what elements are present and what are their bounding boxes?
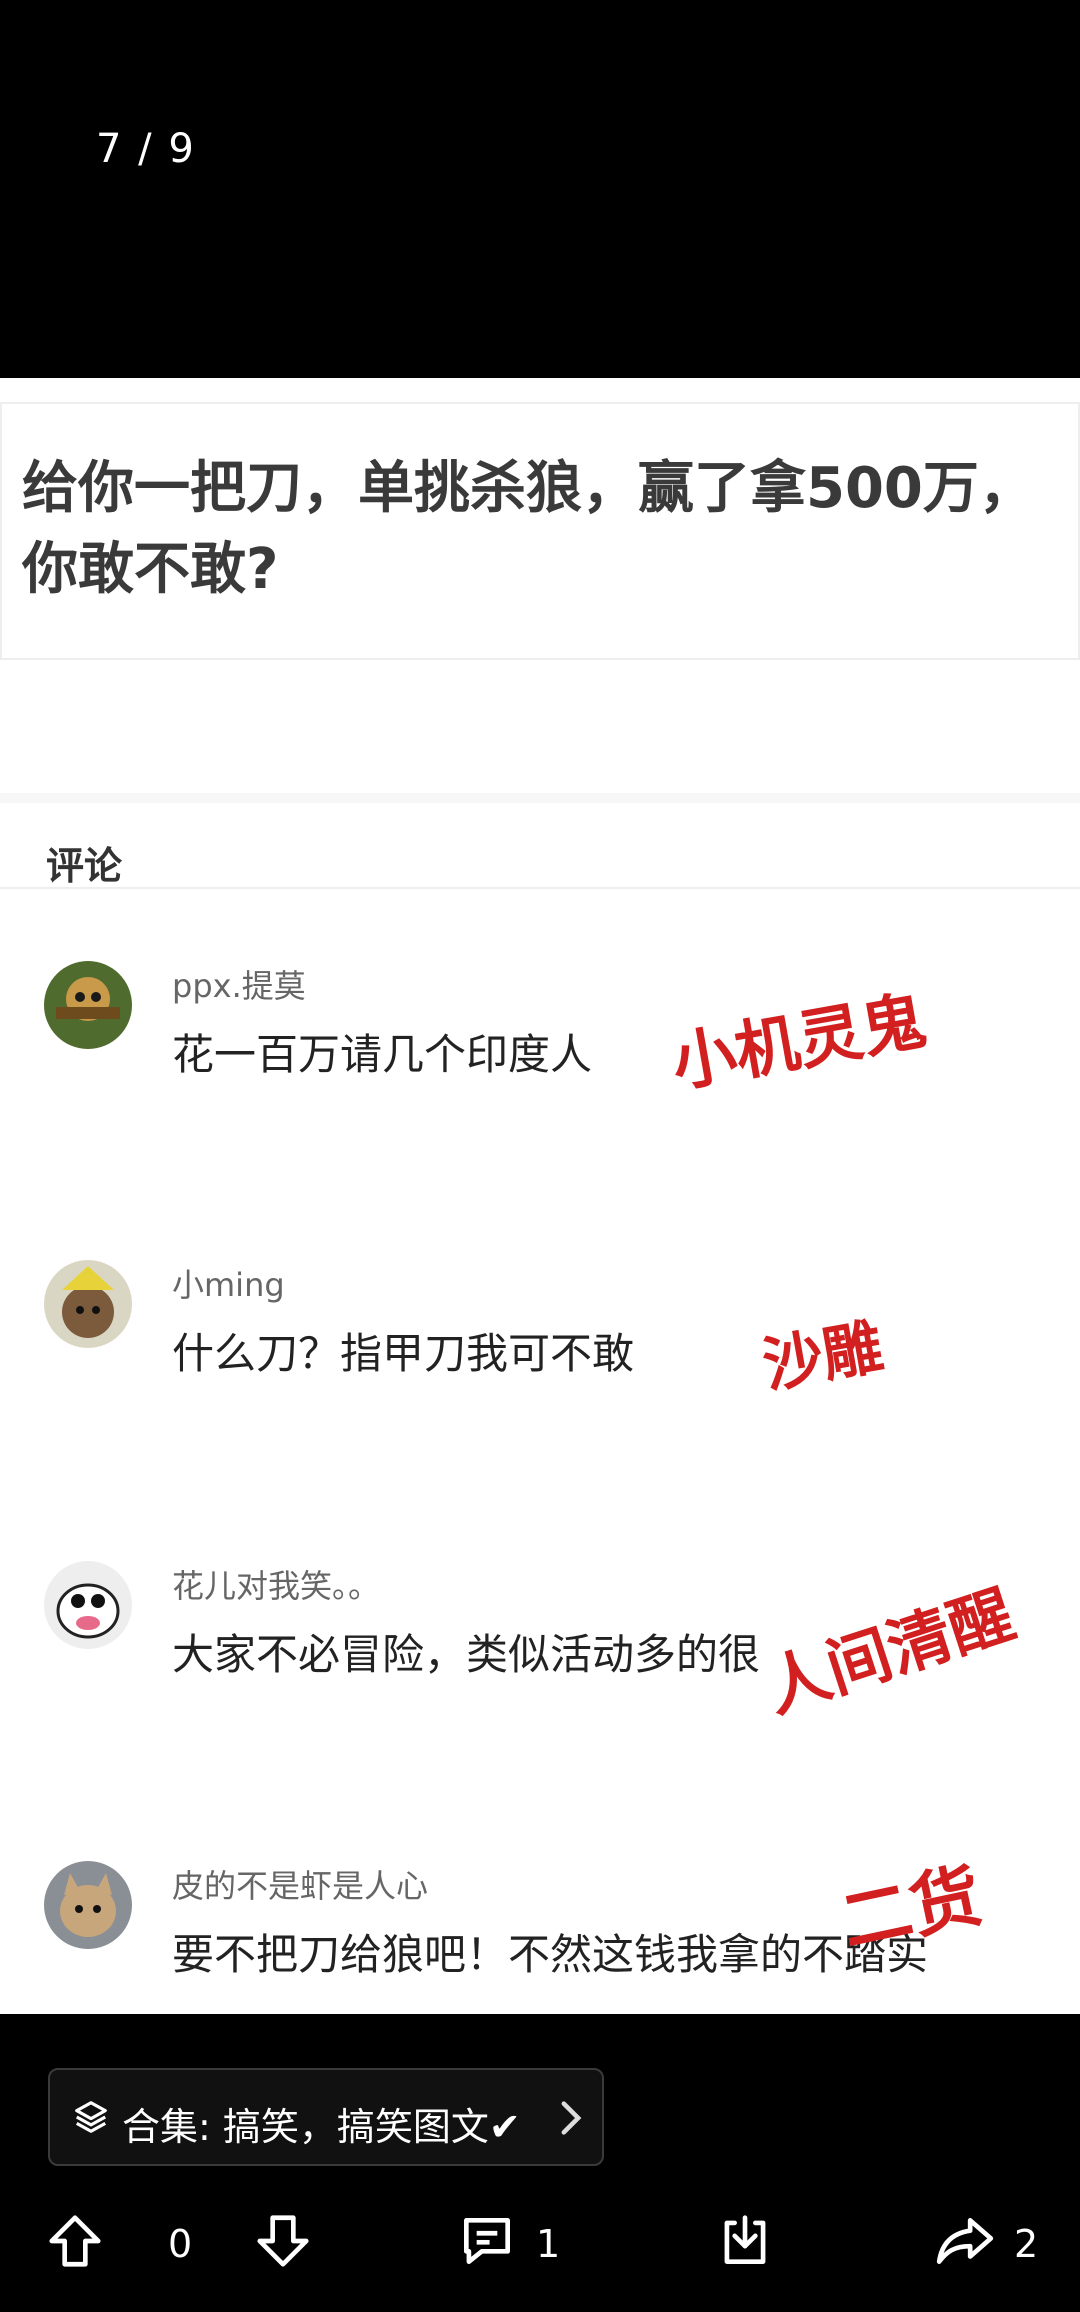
caption-tag: 沙雕 [757,1312,889,1402]
question-text: 给你一把刀，单挑杀狼，赢了拿500万，你敢不敢? [22,456,1035,603]
comment-username: 花儿对我笑。。 [172,1567,381,1605]
comment-text: 大家不必冒险，类似活动多的很 [172,1630,761,1679]
comments-title: 评论 [46,844,123,888]
collection-button[interactable]: 合集: 搞笑，搞笑图文✔ [48,2068,604,2166]
share-button[interactable] [934,2210,996,2280]
arrow-down-icon [252,2215,314,2276]
chevron-right-icon [560,2100,582,2140]
upvote-count: 0 [168,2222,193,2266]
avatar [44,961,132,1049]
comment-username: 皮的不是虾是人心 [172,1867,429,1905]
comment-item: ppx.提莫 花一百万请几个印度人 小机灵鬼 [0,961,1080,1121]
caption-tag: 人间清醒 [756,1577,1024,1728]
download-icon [714,2215,776,2276]
avatar [44,1861,132,1949]
arrow-up-icon [44,2215,106,2276]
share-icon [934,2218,996,2276]
downvote-button[interactable] [252,2210,314,2280]
comment-text: 要不把刀给狼吧！不然这钱我拿的不踏实 [172,1930,929,1979]
comment-button[interactable] [456,2210,518,2280]
comment-text: 什么刀？指甲刀我可不敢 [172,1329,635,1378]
comment-icon [456,2218,518,2276]
avatar [44,1260,132,1348]
image-counter: 7 / 9 [96,126,196,172]
share-count: 2 [1014,2222,1039,2266]
caption-tag: 小机灵鬼 [666,983,932,1102]
layers-icon [72,2098,110,2140]
comment-text: 花一百万请几个印度人 [172,1030,593,1079]
comments-header: 评论 [0,803,1080,889]
meme-image: 给你一把刀，单挑杀狼，赢了拿500万，你敢不敢? 评论 ppx.提莫 花一百万请… [0,378,1080,2014]
download-button[interactable] [714,2210,776,2280]
question-card: 给你一把刀，单挑杀狼，赢了拿500万，你敢不敢? [0,402,1080,660]
comment-item: 皮的不是虾是人心 要不把刀给狼吧！不然这钱我拿的不踏实 二货 [0,1853,1080,2014]
collection-label: 合集: 搞笑，搞笑图文✔ [122,2105,521,2149]
comment-item: 花儿对我笑。。 大家不必冒险，类似活动多的很 人间清醒 [0,1561,1080,1727]
avatar [44,1561,132,1649]
comment-item: 小ming 什么刀？指甲刀我可不敢 沙雕 [0,1260,1080,1420]
comment-count: 1 [536,2222,561,2266]
caption-tag: 二货 [833,1853,989,1964]
comment-username: ppx.提莫 [172,967,306,1005]
comment-username: 小ming [172,1266,285,1304]
divider [0,793,1080,803]
upvote-button[interactable] [44,2210,106,2280]
